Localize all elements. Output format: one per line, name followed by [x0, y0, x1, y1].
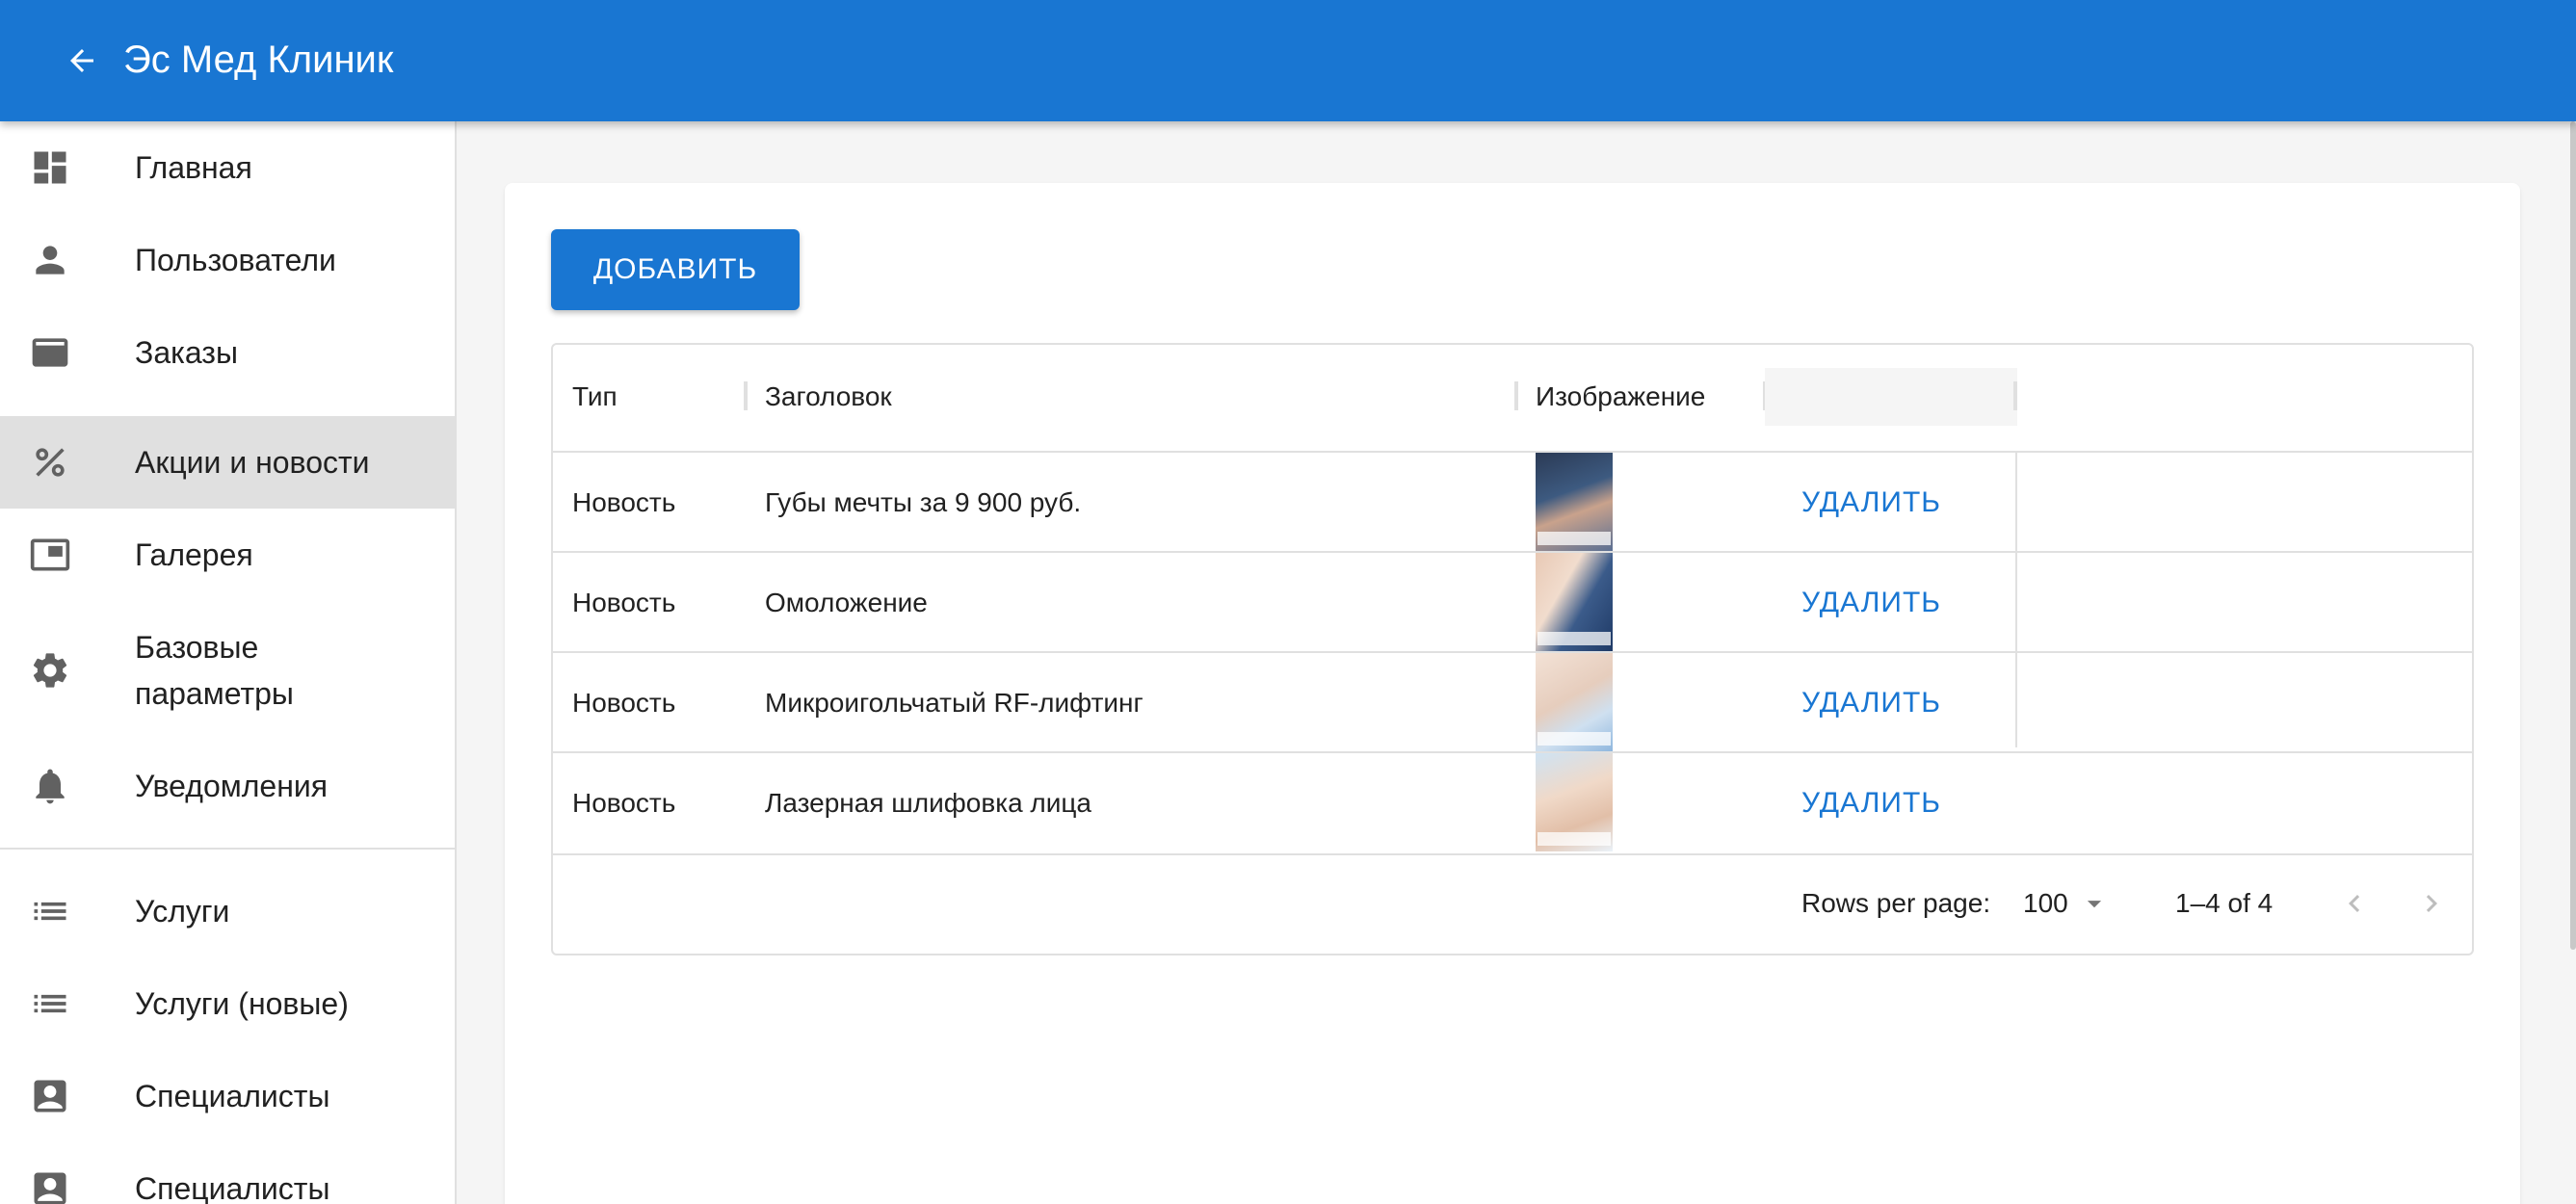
delete-button[interactable]: УДАЛИТЬ [1801, 684, 1941, 722]
contact-icon [27, 1073, 73, 1119]
row-divider [553, 451, 2472, 453]
sidebar-item-label: Специалисты [135, 1171, 330, 1204]
column-header-title[interactable]: Заголовок [765, 378, 892, 416]
app-bar: Эс Мед Клиник [0, 0, 2576, 121]
sidebar-item-label: Уведомления [135, 769, 329, 803]
cell-title: Лазерная шлифовка лица [765, 788, 1092, 818]
news-thumbnail [1536, 653, 1613, 751]
row-divider [553, 853, 2472, 855]
cell-title: Микроигольчатый RF-лифтинг [765, 688, 1143, 718]
sidebar-item-promotions[interactable]: Акции и новости [0, 416, 455, 509]
sidebar-item-orders[interactable]: Заказы [0, 306, 455, 399]
person-icon [27, 237, 73, 283]
news-table: Тип Заголовок Изображение Новость Губы м… [551, 343, 2474, 955]
rows-per-page-select[interactable]: 100 [2023, 884, 2111, 923]
cell-type: Новость [572, 788, 676, 818]
sidebar-item-label: Галерея [135, 537, 253, 572]
sidebar-item-label: Акции и новости [135, 445, 370, 480]
percent-icon [27, 439, 73, 485]
arrow-left-icon [70, 49, 93, 72]
news-thumbnail [1536, 553, 1613, 651]
delete-button[interactable]: УДАЛИТЬ [1801, 484, 1941, 522]
card-icon [27, 329, 73, 376]
cell-type: Новость [572, 487, 676, 517]
back-button[interactable] [58, 37, 106, 85]
sidebar-item-label: Базовые [135, 630, 259, 665]
row-divider [553, 651, 2472, 653]
cell-title: Омоложение [765, 588, 928, 617]
column-header-actions [1765, 368, 2017, 426]
sidebar-item-label: Услуги [135, 894, 230, 929]
news-thumbnail [1536, 453, 1613, 551]
news-thumbnail [1536, 753, 1613, 851]
cell-title: Губы мечты за 9 900 руб. [765, 487, 1082, 517]
delete-button[interactable]: УДАЛИТЬ [1801, 584, 1941, 622]
row-divider [553, 751, 2472, 753]
sidebar-item-users[interactable]: Пользователи [0, 214, 455, 306]
sidebar-item-label: Пользователи [135, 243, 336, 277]
previous-page-button[interactable] [2331, 880, 2378, 927]
chevron-right-icon [2426, 895, 2437, 912]
rows-per-page-value: 100 [2023, 888, 2068, 918]
column-separator[interactable] [1514, 381, 1518, 410]
sidebar-divider [0, 848, 455, 850]
sidebar-item-label: Услуги (новые) [135, 986, 349, 1021]
sidebar-item-specialists-2[interactable]: Специалисты [0, 1142, 455, 1204]
gear-icon [27, 647, 73, 694]
sidebar-item-label: параметры [135, 676, 294, 711]
sidebar-item-notifications[interactable]: Уведомления [0, 740, 455, 832]
add-button[interactable]: ДОБАВИТЬ [551, 229, 800, 310]
list-icon [27, 888, 73, 934]
scrollbar[interactable] [2570, 121, 2576, 950]
column-header-type[interactable]: Тип [572, 378, 618, 416]
picture-in-picture-icon [27, 532, 73, 578]
sidebar: Главная Пользователи Заказы Акции и ново… [0, 121, 457, 1204]
cell-type: Новость [572, 688, 676, 718]
sidebar-item-label: Заказы [135, 335, 238, 370]
dashboard-icon [27, 144, 73, 191]
column-header-image[interactable]: Изображение [1536, 378, 1705, 416]
bell-icon [27, 763, 73, 809]
sidebar-item-services-new[interactable]: Услуги (новые) [0, 957, 455, 1050]
delete-button[interactable]: УДАЛИТЬ [1801, 784, 1941, 823]
next-page-button[interactable] [2408, 880, 2455, 927]
list-icon [27, 981, 73, 1027]
app-title: Эс Мед Клиник [123, 39, 394, 81]
sidebar-item-label: Специалисты [135, 1079, 330, 1113]
sidebar-item-label: Главная [135, 150, 252, 185]
sidebar-item-home[interactable]: Главная [0, 121, 455, 214]
rows-per-page-label: Rows per page: [1801, 888, 1991, 918]
sidebar-item-base-parameters[interactable]: Базовые параметры [0, 601, 455, 740]
pagination-range: 1–4 of 4 [2175, 888, 2274, 918]
sidebar-item-specialists[interactable]: Специалисты [0, 1050, 455, 1142]
row-divider [553, 551, 2472, 553]
chevron-left-icon [2349, 895, 2360, 912]
column-separator[interactable] [2013, 381, 2017, 410]
column-separator[interactable] [744, 381, 748, 410]
cell-type: Новость [572, 588, 676, 617]
sidebar-item-services[interactable]: Услуги [0, 865, 455, 957]
sidebar-item-gallery[interactable]: Галерея [0, 509, 455, 601]
caret-down-icon [2087, 901, 2101, 908]
column-divider [2015, 453, 2017, 747]
contact-icon [27, 1165, 73, 1204]
